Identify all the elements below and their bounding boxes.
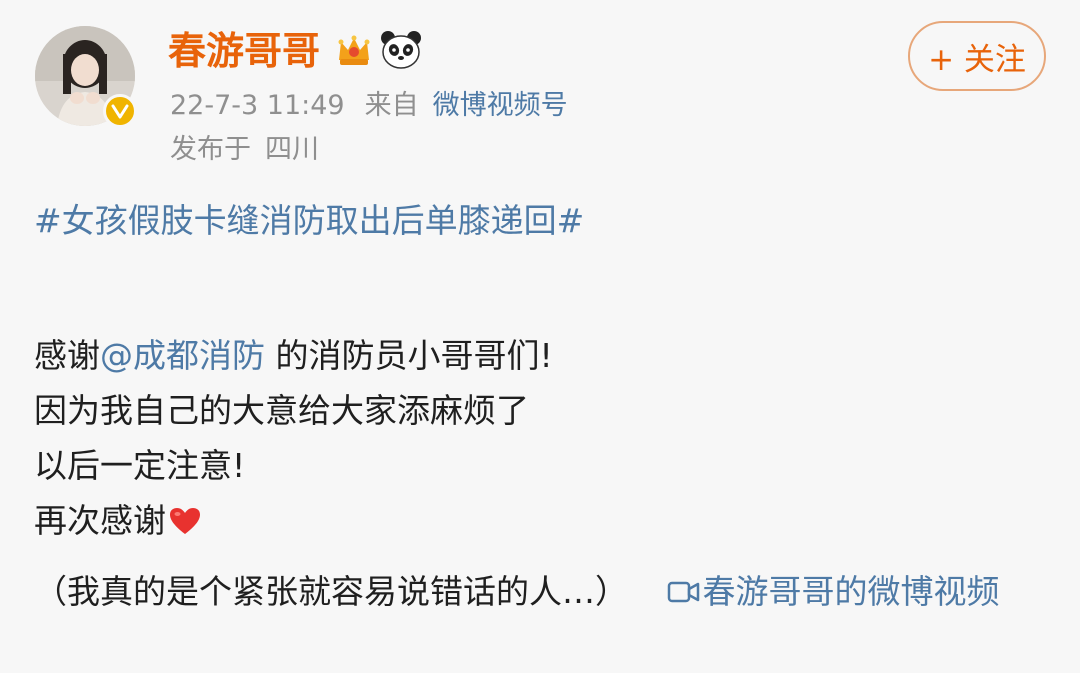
post-date: 22-7-3 11:49 bbox=[170, 90, 345, 121]
hashtag-link[interactable]: #女孩假肢卡缝消防取出后单膝递回# bbox=[34, 194, 1044, 248]
panda-icon bbox=[381, 31, 421, 69]
mention-link[interactable]: @成都消防 bbox=[100, 336, 265, 375]
source-prefix: 来自 bbox=[364, 90, 419, 121]
thanks-suffix: 的消防员小哥哥们! bbox=[265, 336, 553, 375]
post-line-2: 因为我自己的大意给大家添麻烦了 bbox=[34, 391, 529, 430]
video-link[interactable]: 春游哥哥的微博视频 bbox=[667, 572, 1000, 611]
crown-icon bbox=[338, 35, 370, 65]
post-line-3: 以后一定注意! bbox=[34, 446, 246, 485]
location-prefix: 发布于 bbox=[170, 134, 251, 165]
heart-icon bbox=[170, 508, 200, 534]
verified-icon bbox=[103, 94, 137, 128]
username[interactable]: 春游哥哥 bbox=[168, 27, 320, 75]
post-line-1: 感谢@成都消防 的消防员小哥哥们! bbox=[34, 329, 1044, 384]
thanks-prefix: 感谢 bbox=[34, 336, 100, 375]
follow-button[interactable]: + 关注 bbox=[908, 21, 1046, 91]
post-last-paragraph: （我真的是个紧张就容易说错话的人…） 春游哥哥的微博视频 bbox=[34, 566, 1044, 618]
video-icon bbox=[667, 581, 699, 603]
post-meta: 22-7-3 11:49 来自 微博视频号 bbox=[170, 88, 568, 124]
post-line-4: 再次感谢 bbox=[34, 494, 1044, 549]
source-link[interactable]: 微博视频号 bbox=[433, 90, 568, 121]
location-value: 四川 bbox=[265, 134, 319, 165]
thanks-again: 再次感谢 bbox=[34, 501, 166, 540]
post-line-5: （我真的是个紧张就容易说错话的人…） bbox=[34, 572, 628, 611]
avatar-container[interactable] bbox=[35, 26, 137, 128]
video-link-label[interactable]: 春游哥哥的微博视频 bbox=[703, 572, 1000, 611]
post-content: #女孩假肢卡缝消防取出后单膝递回# 感谢@成都消防 的消防员小哥哥们! 因为我自… bbox=[34, 194, 1044, 549]
post-location: 发布于 四川 bbox=[170, 132, 319, 168]
